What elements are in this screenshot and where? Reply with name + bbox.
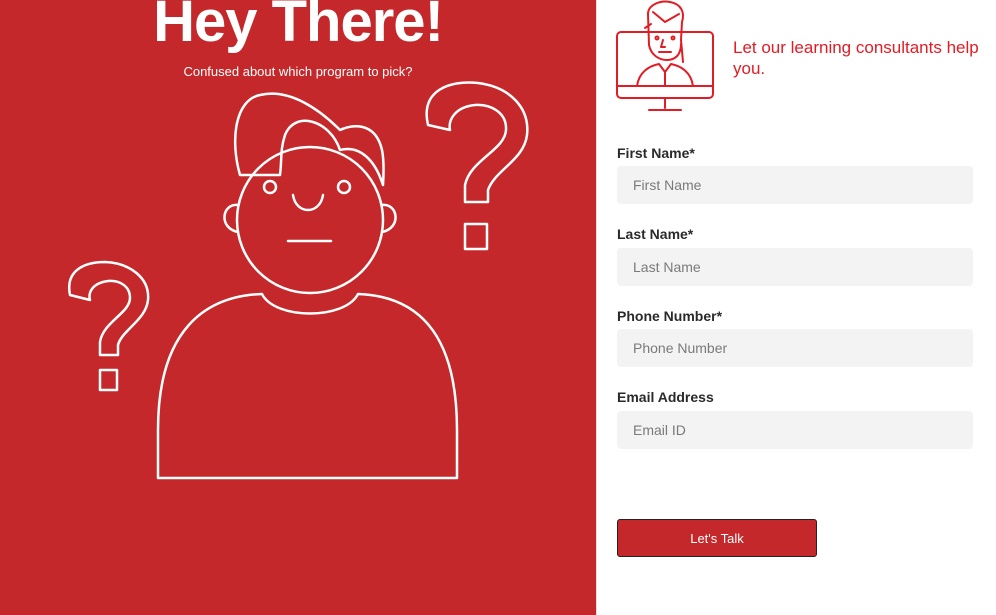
question-mark-icon-left (67, 260, 150, 357)
hero-panel: Hey There! Confused about which program … (0, 0, 596, 615)
person-body-icon (156, 292, 459, 480)
email-field[interactable] (617, 411, 973, 449)
first-name-field[interactable] (617, 166, 973, 204)
last-name-field[interactable] (617, 248, 973, 286)
lead-form-modal: Hey There! Confused about which program … (0, 0, 996, 615)
email-address-label: Email Address (617, 389, 714, 405)
first-name-label: First Name* (617, 145, 695, 161)
phone-number-field[interactable] (617, 329, 973, 367)
phone-number-label: Phone Number* (617, 308, 723, 324)
confused-person-illustration (67, 81, 529, 480)
last-name-label: Last Name* (617, 226, 694, 242)
lets-talk-button[interactable]: Let's Talk (617, 519, 817, 557)
person-hair-icon (234, 92, 385, 187)
consultant-tagline: Let our learning consultants help you. (733, 38, 979, 78)
person-head-icon (235, 145, 385, 295)
form-panel: Let our learning consultants help you. F… (596, 0, 996, 615)
question-mark-icon-right (425, 81, 529, 204)
consultant-monitor-icon (616, 0, 714, 111)
